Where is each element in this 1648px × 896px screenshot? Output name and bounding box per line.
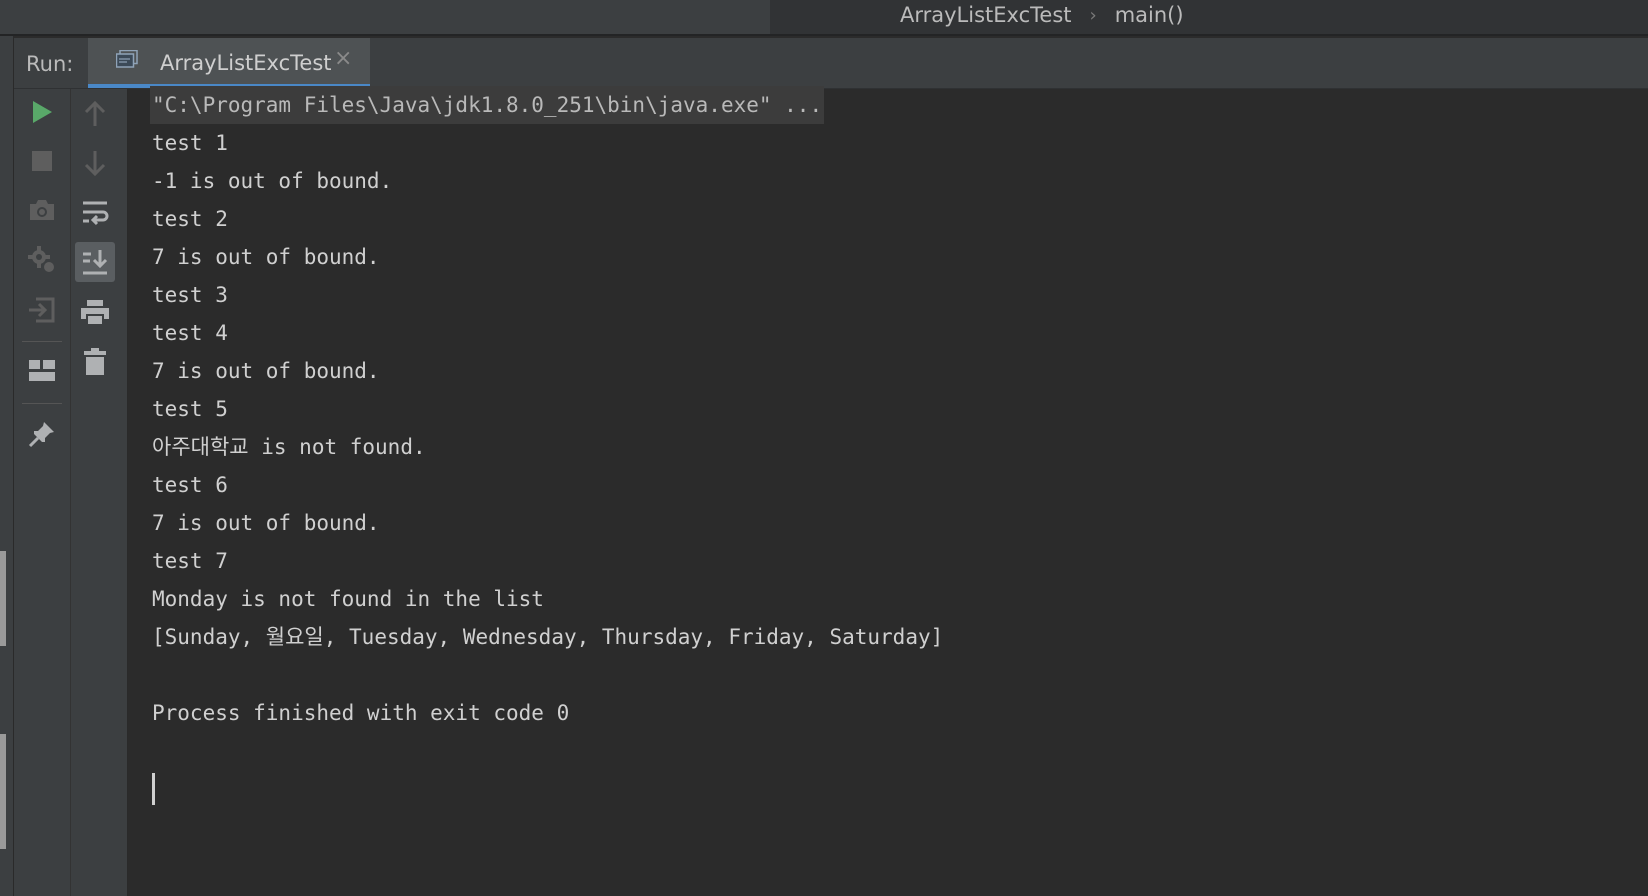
print-button[interactable] xyxy=(75,293,115,333)
toolbar-separator xyxy=(22,341,62,342)
soft-wrap-icon xyxy=(83,201,109,226)
stop-button[interactable] xyxy=(22,141,62,181)
trash-icon xyxy=(84,348,106,375)
side-tool-window-strip[interactable] xyxy=(0,36,14,896)
console-line: test 4 xyxy=(152,321,228,345)
breadcrumb-file[interactable]: ArrayListExcTest xyxy=(900,3,1072,27)
scroll-to-end-icon xyxy=(83,250,108,275)
down-arrow-icon xyxy=(84,151,106,176)
process-exit-line: Process finished with exit code 0 xyxy=(152,701,570,725)
console-line: test 2 xyxy=(152,207,228,231)
run-panel-label: Run: xyxy=(26,52,74,76)
stop-icon xyxy=(32,151,52,171)
console-command-line: "C:\Program Files\Java\jdk1.8.0_251\bin\… xyxy=(150,86,825,124)
run-tab-label: ArrayListExcTest xyxy=(160,51,332,75)
console-line: Monday is not found in the list xyxy=(152,587,544,611)
previous-occurrence-button[interactable] xyxy=(75,94,115,134)
console-line: 7 is out of bound. xyxy=(152,511,380,535)
side-tool-marker xyxy=(0,734,6,849)
camera-icon xyxy=(30,200,54,220)
layout-icon xyxy=(29,360,55,381)
exit-button[interactable] xyxy=(22,290,62,330)
console-line: test 3 xyxy=(152,283,228,307)
ide-window: ArrayListExcTest › main() Run: ArrayList… xyxy=(0,0,1648,896)
pin-icon xyxy=(28,422,54,448)
run-controls-toolbar xyxy=(14,89,71,896)
toolbar-separator xyxy=(22,403,62,404)
run-configuration-tab[interactable]: ArrayListExcTest × xyxy=(88,38,370,88)
console-output[interactable]: "C:\Program Files\Java\jdk1.8.0_251\bin\… xyxy=(128,86,1648,896)
print-icon xyxy=(81,300,109,326)
debug-settings-icon xyxy=(28,246,54,272)
console-line: 아주대학교 is not found. xyxy=(152,435,426,459)
console-line: test 1 xyxy=(152,131,228,155)
chevron-right-icon: › xyxy=(1089,4,1097,26)
console-line: [Sunday, 월요일, Tuesday, Wednesday, Thursd… xyxy=(152,625,944,649)
console-line: 7 is out of bound. xyxy=(152,359,380,383)
breadcrumb: ArrayListExcTest › main() xyxy=(900,0,1184,30)
text-caret xyxy=(152,773,155,805)
next-occurrence-button[interactable] xyxy=(75,143,115,183)
console-line: 7 is out of bound. xyxy=(152,245,380,269)
run-panel-header: Run: ArrayListExcTest × xyxy=(14,38,1648,89)
console-line: test 7 xyxy=(152,549,228,573)
console-window-icon xyxy=(116,50,138,68)
clear-all-button[interactable] xyxy=(75,342,115,382)
up-arrow-icon xyxy=(84,101,106,126)
close-icon[interactable]: × xyxy=(334,46,352,71)
pin-tab-button[interactable] xyxy=(22,414,62,454)
console-actions-toolbar xyxy=(71,89,128,896)
editor-tab-strip xyxy=(0,0,770,34)
scroll-to-end-button[interactable] xyxy=(75,242,115,282)
exit-icon xyxy=(29,297,55,323)
dump-threads-button[interactable] xyxy=(22,190,62,230)
restore-layout-button[interactable] xyxy=(22,351,62,391)
console-line: test 5 xyxy=(152,397,228,421)
debug-settings-button[interactable] xyxy=(22,240,62,280)
breadcrumb-method[interactable]: main() xyxy=(1115,3,1184,27)
side-tool-marker xyxy=(0,551,6,646)
console-line: -1 is out of bound. xyxy=(152,169,393,193)
navigation-bar: ArrayListExcTest › main() xyxy=(0,0,1648,36)
run-icon xyxy=(33,101,52,123)
console-line: test 6 xyxy=(152,473,228,497)
soft-wrap-button[interactable] xyxy=(75,193,115,233)
rerun-button[interactable] xyxy=(22,92,62,132)
